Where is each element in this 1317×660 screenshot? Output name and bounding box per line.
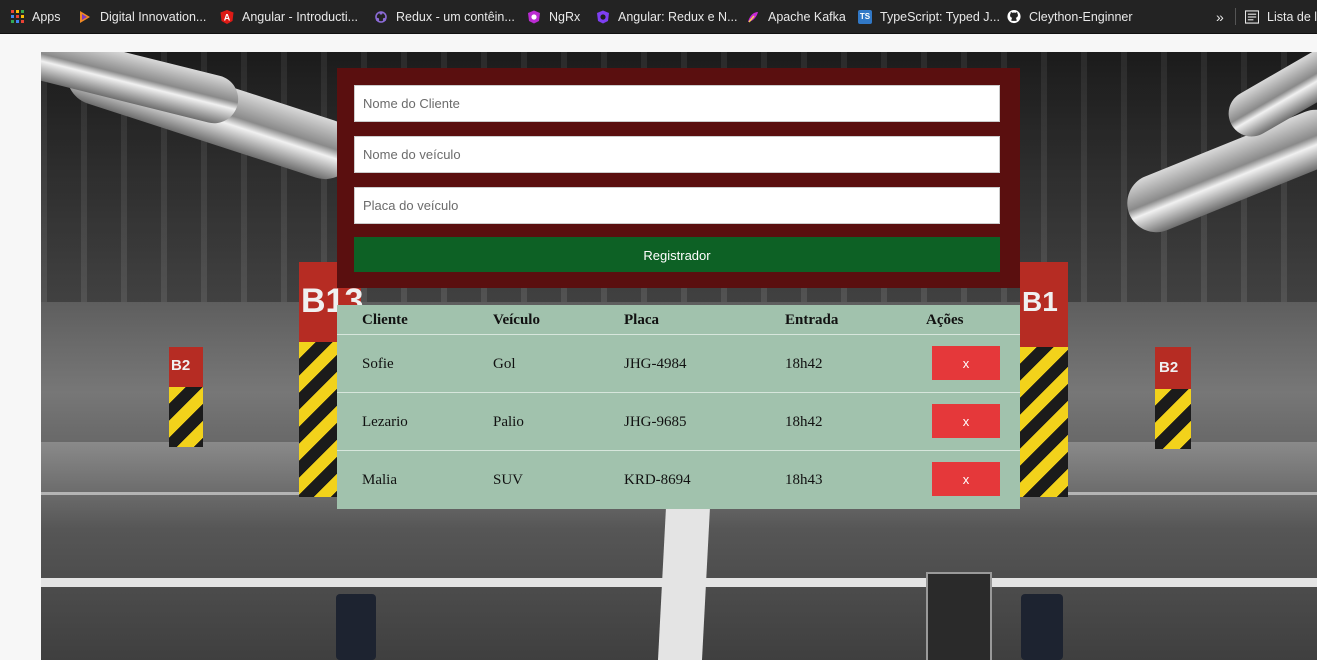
bookmark-label: Cleython-Enginner bbox=[1029, 9, 1133, 24]
cell-vehicle: Palio bbox=[493, 414, 524, 430]
bookmarks-overflow-button[interactable]: » bbox=[1216, 0, 1224, 33]
register-button[interactable]: Registrador bbox=[354, 237, 1000, 272]
cell-plate: JHG-4984 bbox=[624, 356, 687, 372]
delete-row-button[interactable]: x bbox=[932, 404, 1000, 438]
pillar: B1 bbox=[1020, 262, 1068, 497]
bookmark-typescript[interactable]: TS TypeScript: Typed J... bbox=[858, 0, 1000, 33]
cell-entry: 18h42 bbox=[785, 414, 823, 430]
delete-row-button[interactable]: x bbox=[932, 346, 1000, 380]
page-left-margin bbox=[0, 34, 41, 660]
table-row: Lezario Palio JHG-9685 18h42 x bbox=[337, 393, 1020, 451]
bookmark-angular[interactable]: A Angular - Introducti... bbox=[220, 0, 358, 33]
can-prop bbox=[1021, 594, 1063, 660]
pillar-label: B2 bbox=[1159, 359, 1179, 376]
bookmark-apache-kafka[interactable]: Apache Kafka bbox=[746, 0, 846, 33]
bookmark-ngrx[interactable]: NgRx bbox=[527, 0, 580, 33]
reading-list-button[interactable]: Lista de l bbox=[1245, 0, 1317, 33]
pillar-label: B2 bbox=[171, 357, 191, 374]
chevron-double-right-icon: » bbox=[1216, 8, 1224, 25]
bookmark-label: Redux - um contêin... bbox=[396, 9, 515, 24]
cell-vehicle: Gol bbox=[493, 356, 516, 372]
cell-plate: JHG-9685 bbox=[624, 414, 687, 430]
header-entry: Entrada bbox=[785, 312, 839, 328]
reading-list-icon bbox=[1245, 9, 1259, 24]
vehicle-plate-input[interactable] bbox=[354, 187, 1000, 224]
page-top-margin bbox=[0, 34, 1317, 52]
cell-entry: 18h43 bbox=[785, 472, 823, 488]
ngrx-icon bbox=[527, 10, 541, 24]
table-row: Sofie Gol JHG-4984 18h42 x bbox=[337, 335, 1020, 393]
delete-row-button[interactable]: x bbox=[932, 462, 1000, 496]
redux-icon bbox=[374, 10, 388, 24]
bookmark-label: Digital Innovation... bbox=[100, 9, 207, 24]
bookmark-label: TypeScript: Typed J... bbox=[880, 9, 1000, 24]
header-client: Cliente bbox=[362, 312, 408, 328]
cell-client: Lezario bbox=[362, 414, 408, 430]
typescript-icon: TS bbox=[858, 9, 872, 24]
bookmark-apps[interactable]: Apps bbox=[10, 0, 61, 33]
bookmark-label: Apache Kafka bbox=[768, 9, 846, 24]
client-name-input[interactable] bbox=[354, 85, 1000, 122]
vehicle-name-input[interactable] bbox=[354, 136, 1000, 173]
bookmark-digital-innovation[interactable]: Digital Innovation... bbox=[78, 0, 206, 33]
bookmark-label: Angular: Redux e N... bbox=[618, 9, 738, 24]
reading-list-label: Lista de l bbox=[1267, 9, 1317, 24]
header-vehicle: Veículo bbox=[493, 312, 540, 328]
dio-icon bbox=[78, 10, 92, 24]
bookmark-angular-redux[interactable]: Angular: Redux e N... bbox=[596, 0, 738, 33]
cell-vehicle: SUV bbox=[493, 472, 524, 488]
header-plate: Placa bbox=[624, 312, 659, 328]
ngrx-icon bbox=[596, 10, 610, 24]
bookmark-github[interactable]: Cleython-Enginner bbox=[1007, 0, 1133, 33]
sign-prop bbox=[926, 572, 992, 660]
bookmark-label: Angular - Introducti... bbox=[242, 9, 359, 24]
parking-table: Cliente Veículo Placa Entrada Ações Sofi… bbox=[337, 305, 1020, 509]
cell-plate: KRD-8694 bbox=[624, 472, 691, 488]
can-prop bbox=[336, 594, 376, 660]
bookmark-redux[interactable]: Redux - um contêin... bbox=[374, 0, 515, 33]
pillar-label: B1 bbox=[1022, 286, 1058, 317]
svg-text:A: A bbox=[224, 12, 231, 22]
apps-grid-icon bbox=[10, 10, 24, 24]
bookmarks-separator bbox=[1235, 8, 1236, 25]
kafka-icon bbox=[746, 10, 760, 24]
pillar: B2 bbox=[169, 347, 203, 447]
table-row: Malia SUV KRD-8694 18h43 x bbox=[337, 451, 1020, 509]
cell-client: Sofie bbox=[362, 356, 394, 372]
cell-client: Malia bbox=[362, 472, 397, 488]
cell-entry: 18h42 bbox=[785, 356, 823, 372]
pillar: B2 bbox=[1155, 347, 1191, 449]
floor-line bbox=[657, 507, 711, 660]
bookmark-label: NgRx bbox=[549, 9, 581, 24]
github-icon bbox=[1007, 9, 1021, 24]
header-actions: Ações bbox=[926, 312, 964, 328]
angular-icon: A bbox=[220, 9, 234, 24]
bookmarks-bar: Apps Digital Innovation... A Angular - I… bbox=[0, 0, 1317, 34]
bookmark-label: Apps bbox=[32, 9, 61, 24]
registration-form: Registrador bbox=[337, 68, 1020, 288]
